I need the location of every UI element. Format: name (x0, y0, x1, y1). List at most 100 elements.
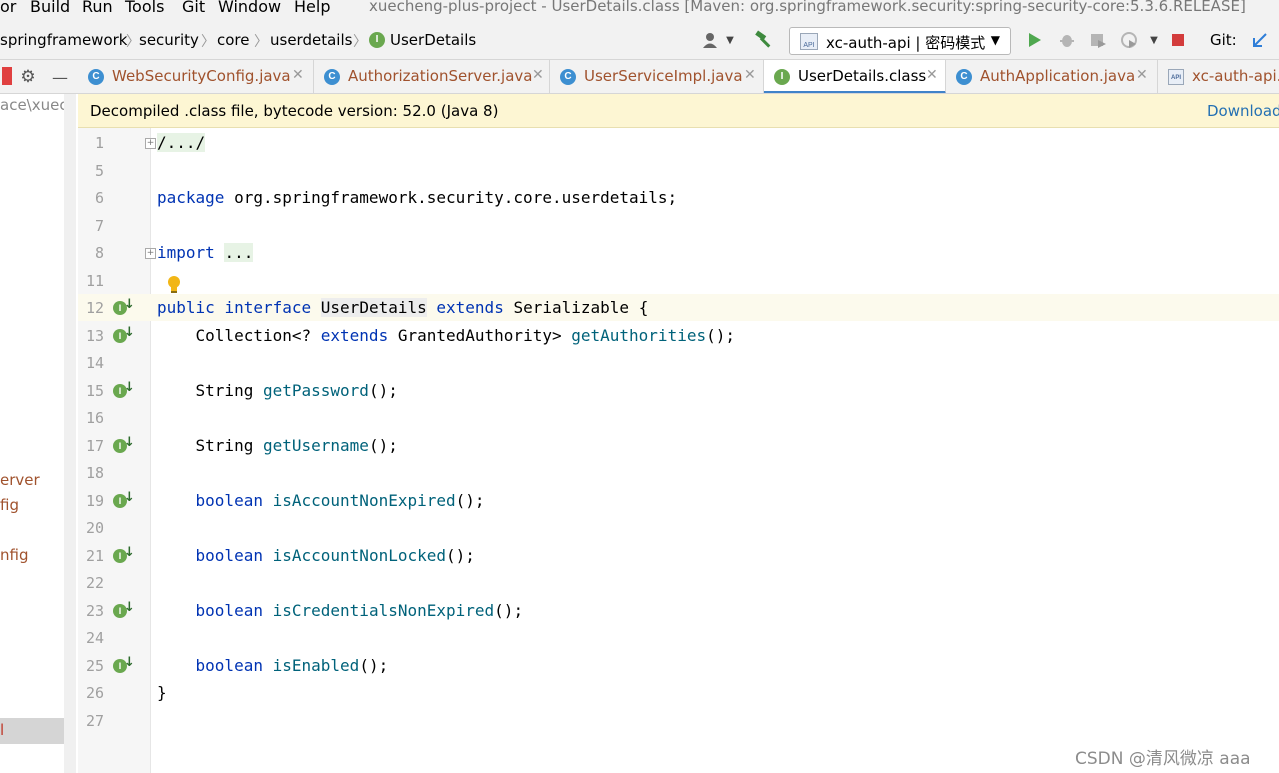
chevron-down-icon[interactable]: ▼ (1144, 30, 1164, 50)
minimize-icon[interactable]: — (50, 67, 70, 87)
menu-help[interactable]: Help (294, 0, 330, 16)
lightbulb-icon[interactable] (167, 275, 181, 293)
code-text: Serializable { (503, 298, 649, 317)
code-text: (); (359, 656, 389, 675)
window-title: xuecheng-plus-project - UserDetails.clas… (369, 0, 1246, 15)
project-scrollbar[interactable] (64, 94, 76, 773)
chevron-down-icon[interactable]: ▼ (720, 30, 740, 50)
arrow-down-icon[interactable]: ↓ (124, 380, 135, 395)
breadcrumb-userdetails[interactable]: userdetails (270, 31, 352, 49)
fold-toggle-icon[interactable]: + (145, 138, 156, 149)
line-number: 1 (94, 134, 104, 152)
close-icon[interactable]: ✕ (744, 67, 756, 83)
run-icon[interactable] (1025, 30, 1045, 50)
menu-git[interactable]: Git (182, 0, 205, 16)
run-configuration-select[interactable]: API xc-auth-api | 密码模式 ▼ (789, 27, 1011, 55)
line-number: 20 (85, 519, 104, 537)
line-number: 22 (85, 574, 104, 592)
line-number: 11 (85, 272, 104, 290)
menu-build[interactable]: Build (30, 0, 70, 16)
line-number: 23 (85, 602, 104, 620)
menu-editor[interactable]: or (0, 0, 16, 16)
line-number: 17 (85, 437, 104, 455)
breadcrumb-userdetails-class[interactable]: UserDetails (390, 31, 476, 49)
tab-websecurityconfig[interactable]: C WebSecurityConfig.java ✕ (78, 60, 314, 93)
method-name: isAccountNonLocked (272, 546, 446, 565)
code-text: GrantedAuthority> (388, 326, 572, 345)
code-line-13: Collection<? extends GrantedAuthority> g… (157, 326, 735, 345)
package-name: org.springframework.security.core.userde… (224, 188, 678, 207)
coverage-icon[interactable] (1088, 30, 1108, 50)
tab-authapplication[interactable]: C AuthApplication.java ✕ (946, 60, 1158, 93)
line-number: 5 (94, 162, 104, 180)
build-hammer-icon[interactable] (754, 30, 774, 50)
line-number: 12 (85, 299, 104, 317)
navigation-bar: springframework 〉 security 〉 core 〉 user… (0, 20, 1279, 60)
stop-icon[interactable] (1168, 30, 1188, 50)
class-icon: C (956, 69, 972, 85)
code-text: (); (494, 601, 524, 620)
git-label: Git: (1210, 31, 1237, 49)
menu-run[interactable]: Run (82, 0, 113, 16)
gear-icon[interactable]: ⚙ (18, 67, 38, 87)
keyword: extends (320, 326, 389, 345)
folded-header[interactable]: /.../ (157, 133, 206, 152)
code-text: String (157, 381, 263, 400)
project-tree-item[interactable]: nfig (0, 546, 28, 564)
tab-userdetails-class[interactable]: I UserDetails.class ✕ (764, 60, 946, 93)
fold-toggle-icon[interactable]: + (145, 248, 156, 259)
project-tree-item[interactable]: l (0, 721, 4, 739)
close-icon[interactable]: ✕ (532, 67, 544, 83)
code-line-6: package org.springframework.security.cor… (157, 188, 677, 207)
menu-window[interactable]: Window (218, 0, 281, 16)
tab-xc-auth-api[interactable]: API xc-auth-api. (1158, 60, 1279, 93)
keyword: package (157, 188, 225, 207)
project-panel-header: ⚙ — (0, 60, 78, 94)
arrow-down-icon[interactable]: ↓ (124, 600, 135, 615)
user-icon[interactable] (702, 30, 722, 50)
code-line-26: } (157, 683, 167, 702)
tab-label: WebSecurityConfig.java (112, 67, 291, 85)
breadcrumb-security[interactable]: security (139, 31, 199, 49)
method-name: getPassword (262, 381, 369, 400)
arrow-down-icon[interactable]: ↓ (124, 545, 135, 560)
line-number: 7 (94, 217, 104, 235)
breadcrumb-springframework[interactable]: springframework (0, 31, 127, 49)
code-text: (); (368, 381, 398, 400)
interface-icon: I (369, 32, 385, 48)
line-number: 27 (85, 712, 104, 730)
keyword: boolean (195, 491, 263, 510)
line-number: 13 (85, 327, 104, 345)
arrow-down-icon[interactable]: ↓ (124, 325, 135, 340)
tab-userserviceimpl[interactable]: C UserServiceImpl.java ✕ (550, 60, 764, 93)
method-name: isEnabled (272, 656, 360, 675)
menu-tools[interactable]: Tools (125, 0, 164, 16)
arrow-down-icon[interactable]: ↓ (124, 435, 135, 450)
run-configuration-label: xc-auth-api | 密码模式 (826, 34, 986, 52)
folded-imports[interactable]: ... (224, 243, 254, 262)
line-number: 24 (85, 629, 104, 647)
profile-icon[interactable] (1119, 30, 1139, 50)
close-icon[interactable]: ✕ (292, 67, 304, 83)
arrow-down-icon[interactable]: ↓ (124, 655, 135, 670)
tab-authorizationserver[interactable]: C AuthorizationServer.java ✕ (314, 60, 550, 93)
breadcrumb-core[interactable]: core (217, 31, 250, 49)
method-name: getUsername (262, 436, 369, 455)
code-text: (); (446, 546, 475, 565)
keyword: boolean (195, 601, 263, 620)
debug-icon[interactable] (1057, 30, 1077, 50)
arrow-down-icon[interactable]: ↓ (124, 297, 135, 312)
code-line-19: boolean isAccountNonExpired(); (157, 491, 485, 510)
close-icon[interactable]: ✕ (926, 67, 938, 83)
line-number: 16 (85, 409, 104, 427)
git-update-icon[interactable] (1250, 30, 1270, 50)
code-text: (); (368, 436, 398, 455)
close-icon[interactable]: ✕ (1136, 67, 1148, 83)
arrow-down-icon[interactable]: ↓ (124, 490, 135, 505)
line-number: 26 (85, 684, 104, 702)
project-tree-item[interactable]: erver (0, 471, 40, 489)
chevron-down-icon: ▼ (990, 33, 1000, 47)
interface-icon: I (774, 69, 790, 85)
download-sources-link[interactable]: Download (1207, 102, 1279, 120)
project-tree-item[interactable]: fig (0, 496, 19, 514)
